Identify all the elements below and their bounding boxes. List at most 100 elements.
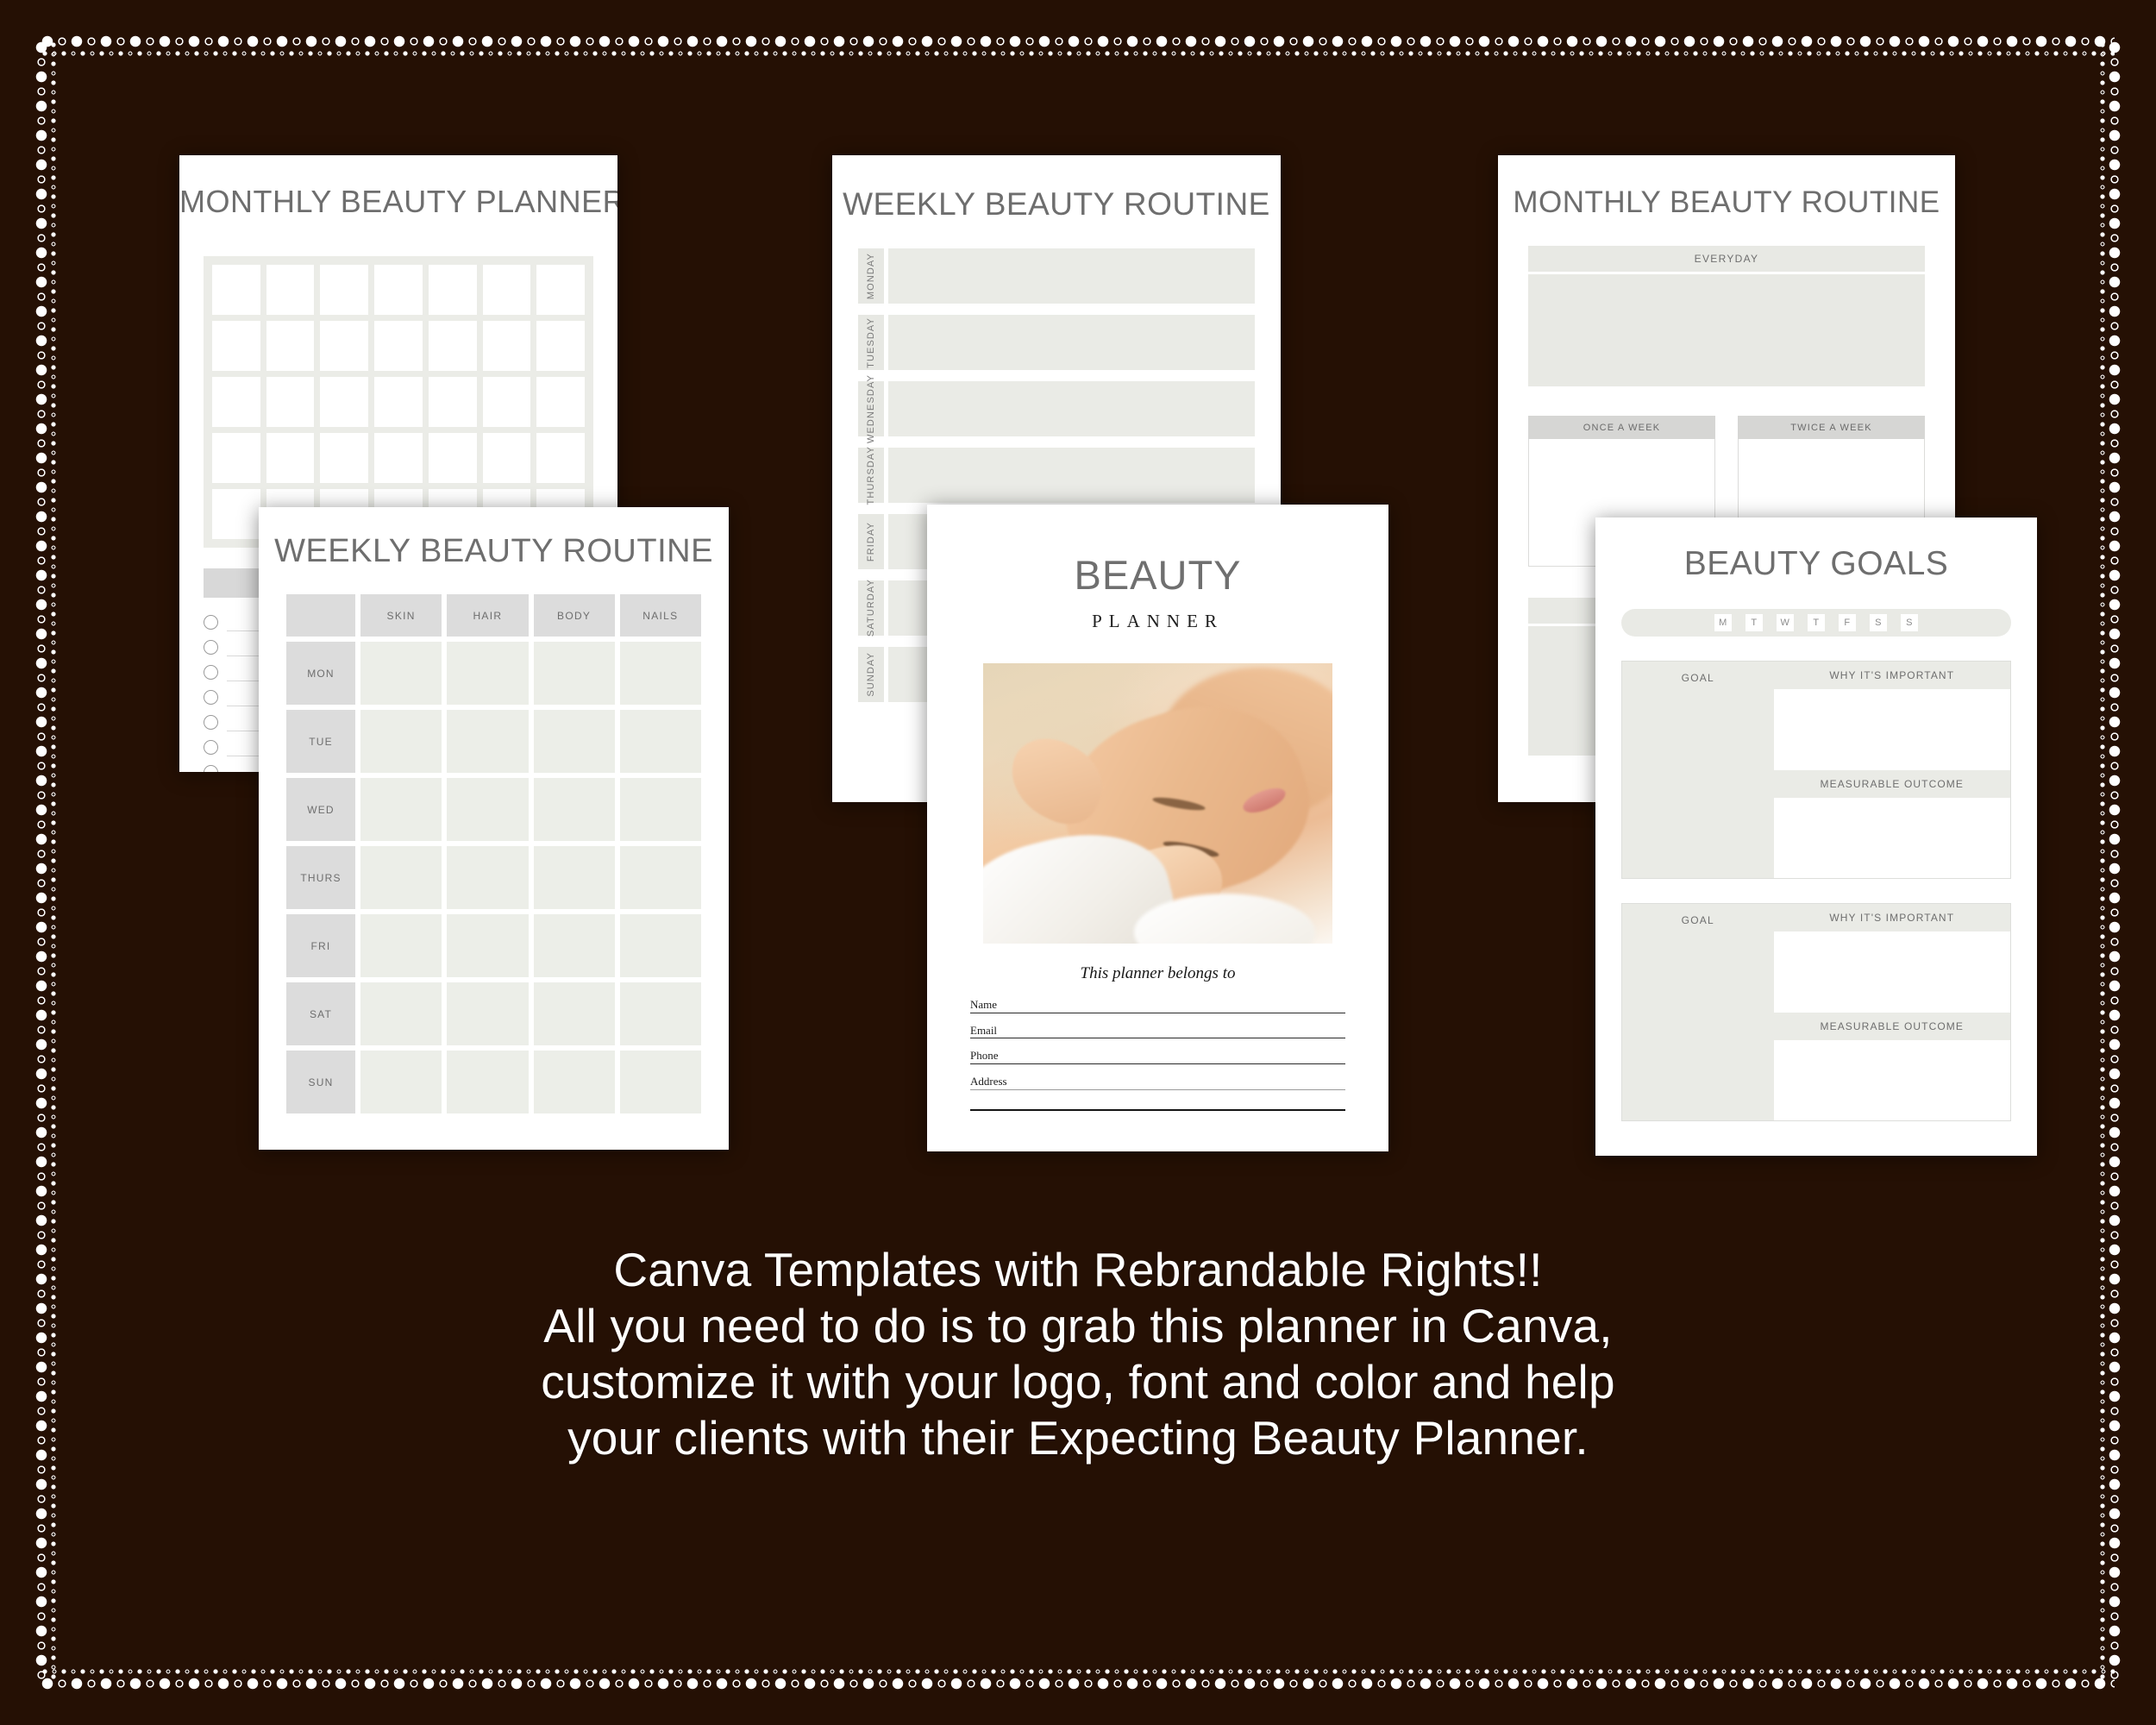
calendar-cell[interactable] <box>482 433 531 483</box>
table-cell[interactable] <box>447 710 529 773</box>
calendar-cell[interactable] <box>320 433 369 483</box>
promo-line-4: your clients with their Expecting Beauty… <box>567 1410 1589 1465</box>
calendar-cell[interactable] <box>212 265 260 315</box>
table-cell[interactable] <box>619 710 701 773</box>
table-cell[interactable] <box>360 1051 442 1113</box>
calendar-cell[interactable] <box>428 433 477 483</box>
checkbox-circle-icon[interactable] <box>204 665 218 680</box>
calendar-cell[interactable] <box>266 433 315 483</box>
weekday-checkbox-sa[interactable]: S <box>1870 614 1887 631</box>
calendar-cell[interactable] <box>482 377 531 427</box>
table-cell[interactable] <box>360 642 442 705</box>
beauty-planner-cover-page[interactable]: BEAUTY PLANNER This planner belongs to N… <box>927 505 1388 1151</box>
calendar-cell[interactable] <box>320 265 369 315</box>
table-cell[interactable] <box>533 846 615 909</box>
table-cell[interactable] <box>447 778 529 841</box>
table-cell[interactable] <box>447 1051 529 1113</box>
table-cell[interactable] <box>533 914 615 977</box>
calendar-cell[interactable] <box>374 265 423 315</box>
weekday-tab: FRIDAY <box>858 514 884 569</box>
calendar-cell[interactable] <box>374 377 423 427</box>
checkbox-circle-icon[interactable] <box>204 615 218 630</box>
checkbox-circle-icon[interactable] <box>204 640 218 655</box>
checkbox-circle-icon[interactable] <box>204 740 218 755</box>
calendar-cell[interactable] <box>212 489 260 539</box>
goal-block[interactable]: GOAL WHY IT'S IMPORTANT MEASURABLE OUTCO… <box>1621 661 2011 879</box>
email-field[interactable]: Email <box>970 1024 1345 1039</box>
beauty-goals-page[interactable]: BEAUTY GOALS M T W T F S S GOAL WHY IT'S… <box>1595 518 2037 1156</box>
why-important-entry-field[interactable] <box>1773 932 2010 1013</box>
table-cell[interactable] <box>619 846 701 909</box>
table-cell[interactable] <box>360 846 442 909</box>
weekday-checkbox-th[interactable]: T <box>1808 614 1825 631</box>
address-field[interactable]: Address <box>970 1076 1345 1111</box>
table-cell[interactable] <box>619 778 701 841</box>
checkbox-circle-icon[interactable] <box>204 765 218 772</box>
calendar-cell[interactable] <box>320 377 369 427</box>
table-cell[interactable] <box>533 710 615 773</box>
calendar-cell[interactable] <box>482 321 531 371</box>
weekday-row[interactable]: THURSDAY <box>858 446 1255 505</box>
calendar-cell[interactable] <box>536 265 585 315</box>
calendar-cell[interactable] <box>212 433 260 483</box>
table-cell[interactable] <box>619 982 701 1045</box>
weekday-entry-field[interactable] <box>888 315 1255 370</box>
weekday-entry-field[interactable] <box>888 381 1255 436</box>
calendar-cell[interactable] <box>266 265 315 315</box>
table-cell[interactable] <box>360 982 442 1045</box>
table-cell[interactable] <box>619 1051 701 1113</box>
measurable-outcome-entry-field[interactable] <box>1773 1039 2010 1120</box>
checkbox-circle-icon[interactable] <box>204 690 218 705</box>
calendar-cell[interactable] <box>536 321 585 371</box>
table-cell[interactable] <box>447 982 529 1045</box>
goal-block[interactable]: GOAL WHY IT'S IMPORTANT MEASURABLE OUTCO… <box>1621 903 2011 1121</box>
calendar-cell[interactable] <box>428 321 477 371</box>
calendar-cell[interactable] <box>536 433 585 483</box>
routine-table: SKIN HAIR BODY NAILS MON TUE WED THURS F… <box>286 594 701 1113</box>
goal-header: GOAL <box>1622 662 1774 878</box>
table-cell[interactable] <box>447 846 529 909</box>
weekday-entry-field[interactable] <box>888 448 1255 503</box>
weekday-checkbox-w[interactable]: W <box>1777 614 1794 631</box>
weekday-row[interactable]: MONDAY <box>858 248 1255 304</box>
table-cell[interactable] <box>360 710 442 773</box>
table-cell[interactable] <box>533 778 615 841</box>
calendar-cell[interactable] <box>212 377 260 427</box>
checkbox-circle-icon[interactable] <box>204 715 218 730</box>
weekday-entry-field[interactable] <box>888 248 1255 304</box>
calendar-cell[interactable] <box>266 321 315 371</box>
calendar-cell[interactable] <box>374 433 423 483</box>
table-cell[interactable] <box>447 914 529 977</box>
phone-field[interactable]: Phone <box>970 1050 1345 1064</box>
calendar-cell[interactable] <box>482 265 531 315</box>
weekday-label: MONDAY <box>866 252 876 300</box>
weekday-checkbox-t[interactable]: T <box>1745 614 1763 631</box>
weekday-checkbox-su[interactable]: S <box>1901 614 1918 631</box>
why-important-entry-field[interactable] <box>1773 689 2010 770</box>
calendar-cell[interactable] <box>320 321 369 371</box>
calendar-cell[interactable] <box>536 377 585 427</box>
table-cell[interactable] <box>533 1051 615 1113</box>
table-cell[interactable] <box>533 642 615 705</box>
table-cell[interactable] <box>447 642 529 705</box>
calendar-cell[interactable] <box>212 321 260 371</box>
calendar-cell[interactable] <box>266 377 315 427</box>
weekday-checkbox-m[interactable]: M <box>1714 614 1732 631</box>
everyday-entry-field[interactable] <box>1528 274 1925 386</box>
table-cell[interactable] <box>619 914 701 977</box>
name-field[interactable]: Name <box>970 999 1345 1013</box>
table-cell[interactable] <box>360 914 442 977</box>
spa-facial-photo <box>983 663 1332 944</box>
weekday-checkbox-f[interactable]: F <box>1839 614 1856 631</box>
calendar-cell[interactable] <box>374 321 423 371</box>
weekday-row[interactable]: TUESDAY <box>858 315 1255 370</box>
table-cell[interactable] <box>619 642 701 705</box>
table-cell[interactable] <box>360 778 442 841</box>
calendar-cell[interactable] <box>428 377 477 427</box>
table-cell[interactable] <box>533 982 615 1045</box>
measurable-outcome-entry-field[interactable] <box>1773 797 2010 878</box>
weekday-row[interactable]: WEDNESDAY <box>858 374 1255 443</box>
twice-a-week-header: TWICE A WEEK <box>1738 416 1925 439</box>
calendar-cell[interactable] <box>428 265 477 315</box>
weekly-beauty-routine-table-page[interactable]: WEEKLY BEAUTY ROUTINE SKIN HAIR BODY NAI… <box>259 507 729 1150</box>
